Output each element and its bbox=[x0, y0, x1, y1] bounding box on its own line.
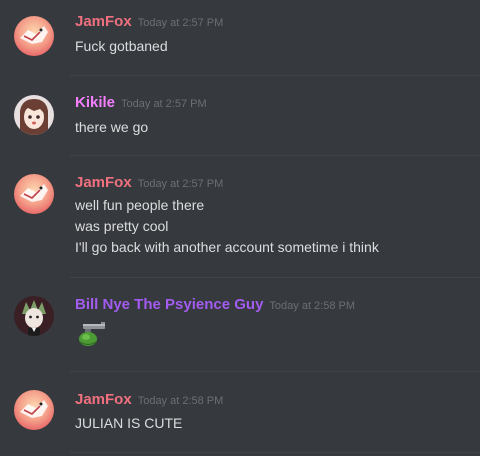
avatar[interactable] bbox=[14, 296, 54, 336]
fox-avatar-icon bbox=[14, 174, 54, 214]
avatar[interactable] bbox=[14, 174, 54, 214]
username[interactable]: JamFox bbox=[75, 174, 132, 191]
message-line: there we go bbox=[75, 119, 149, 135]
message-line: well fun people there bbox=[75, 197, 205, 213]
avatar[interactable] bbox=[14, 390, 54, 430]
username[interactable]: JamFox bbox=[75, 13, 132, 30]
username[interactable]: Kikile bbox=[75, 94, 115, 111]
fox-avatar-icon bbox=[14, 16, 54, 56]
username[interactable]: JamFox bbox=[75, 391, 132, 408]
fox-avatar-icon bbox=[14, 390, 54, 430]
message-content: well fun people there was pretty cool I'… bbox=[75, 195, 379, 258]
anime-girl-avatar-icon bbox=[14, 95, 54, 135]
message-line: Fuck gotbaned bbox=[75, 38, 168, 54]
message-content: JULIAN IS CUTE bbox=[75, 413, 182, 434]
pepe-gun-emoji-icon[interactable] bbox=[75, 320, 109, 348]
avatar[interactable] bbox=[14, 95, 54, 135]
username[interactable]: Bill Nye The Psyience Guy bbox=[75, 296, 263, 313]
message-divider bbox=[70, 155, 480, 156]
message-header: JamFox Today at 2:57 PM bbox=[75, 173, 223, 194]
avatar[interactable] bbox=[14, 16, 54, 56]
timestamp: Today at 2:57 PM bbox=[137, 17, 224, 29]
message-divider bbox=[70, 277, 480, 278]
message-header: JamFox Today at 2:58 PM bbox=[75, 390, 223, 411]
message-divider bbox=[70, 371, 480, 372]
message-content: Fuck gotbaned bbox=[75, 36, 168, 57]
message-divider bbox=[70, 452, 480, 453]
message-line: was pretty cool bbox=[75, 218, 169, 234]
message-header: Kikile Today at 2:57 PM bbox=[75, 93, 207, 114]
timestamp: Today at 2:58 PM bbox=[269, 300, 356, 312]
timestamp: Today at 2:58 PM bbox=[137, 395, 224, 407]
message-line: JULIAN IS CUTE bbox=[75, 415, 183, 431]
bill-nye-avatar-icon bbox=[14, 296, 54, 336]
message-header: Bill Nye The Psyience Guy Today at 2:58 P… bbox=[75, 295, 355, 316]
timestamp: Today at 2:57 PM bbox=[121, 98, 207, 110]
message-header: JamFox Today at 2:57 PM bbox=[75, 12, 223, 33]
message-content: there we go bbox=[75, 117, 148, 138]
message-divider bbox=[70, 75, 480, 76]
timestamp: Today at 2:57 PM bbox=[137, 178, 224, 190]
message-line: I'll go back with another account someti… bbox=[75, 239, 379, 255]
